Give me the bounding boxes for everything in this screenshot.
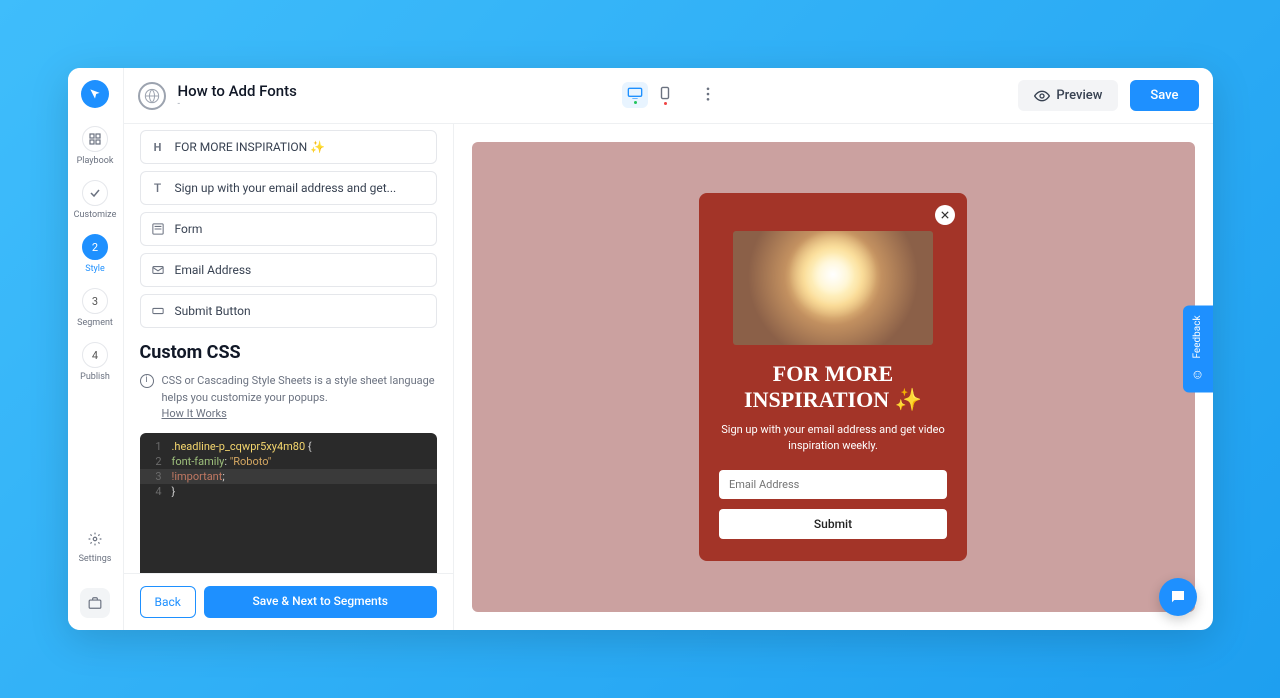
desktop-view-button[interactable] xyxy=(622,82,648,108)
element-label: Email Address xyxy=(175,263,252,277)
nav-label: Segment xyxy=(77,318,113,328)
preview-canvas: FOR MORE INSPIRATION ✨ Sign up with your… xyxy=(454,68,1213,630)
briefcase-button[interactable] xyxy=(80,588,110,618)
nav-settings[interactable]: Settings xyxy=(79,531,112,564)
save-next-button[interactable]: Save & Next to Segments xyxy=(204,586,437,618)
app-logo[interactable] xyxy=(81,80,109,108)
save-button[interactable]: Save xyxy=(1130,80,1198,111)
element-label: Sign up with your email address and get.… xyxy=(175,181,397,195)
page-subtitle: - xyxy=(178,99,297,109)
feedback-tab[interactable]: Feedback ☺ xyxy=(1183,305,1213,392)
element-icon: T xyxy=(151,181,165,195)
popup-preview: FOR MORE INSPIRATION ✨ Sign up with your… xyxy=(699,193,967,560)
page-title: How to Add Fonts xyxy=(178,82,297,100)
app-window: Playbook Customize 2 Style 3 Segment 4 P… xyxy=(68,68,1213,630)
nav-segment[interactable]: 3 Segment xyxy=(77,288,113,328)
edit-panel: H FOR MORE INSPIRATION ✨ T Sign up with you… xyxy=(124,68,454,630)
feedback-label: Feedback xyxy=(1192,315,1203,358)
desktop-icon xyxy=(627,87,643,99)
element-row-4[interactable]: Submit Button xyxy=(140,294,437,328)
more-vertical-icon xyxy=(706,87,710,101)
element-row-2[interactable]: Form xyxy=(140,212,437,246)
element-label: Form xyxy=(175,222,203,236)
nav-customize[interactable]: Customize xyxy=(74,180,117,220)
popup-image xyxy=(733,231,933,345)
close-icon xyxy=(941,211,949,219)
element-label: FOR MORE INSPIRATION ✨ xyxy=(175,140,326,154)
step-3-icon: 3 xyxy=(82,288,108,314)
nav-label: Customize xyxy=(74,210,117,220)
gear-icon xyxy=(88,531,102,550)
panel-footer: Back Save & Next to Segments xyxy=(124,573,453,630)
how-it-works-link[interactable]: How It Works xyxy=(162,407,227,420)
popup-close-button[interactable] xyxy=(935,205,955,225)
info-icon: i xyxy=(140,374,154,388)
preview-button[interactable]: Preview xyxy=(1018,80,1118,111)
info-text: i CSS or Cascading Style Sheets is a sty… xyxy=(140,373,437,423)
chat-icon xyxy=(1169,588,1187,606)
globe-icon[interactable] xyxy=(138,82,166,110)
step-2-icon: 2 xyxy=(82,234,108,260)
sidebar-nav: Playbook Customize 2 Style 3 Segment 4 P… xyxy=(68,68,124,630)
topbar: How to Add Fonts - Preview Save xyxy=(124,68,1213,124)
popup-headline: FOR MORE INSPIRATION ✨ xyxy=(719,361,947,412)
doc-title-block: How to Add Fonts - xyxy=(178,82,297,109)
back-button[interactable]: Back xyxy=(140,586,196,618)
check-icon xyxy=(82,180,108,206)
element-icon xyxy=(151,222,165,236)
element-row-0[interactable]: H FOR MORE INSPIRATION ✨ xyxy=(140,130,437,164)
nav-label: Publish xyxy=(80,372,110,382)
element-icon: H xyxy=(151,140,165,154)
preview-label: Preview xyxy=(1056,88,1102,103)
device-toggle xyxy=(622,82,714,109)
element-row-3[interactable]: Email Address xyxy=(140,253,437,287)
css-code-editor[interactable]: 1.headline-p_cqwpr5xy4m80 {2font-family:… xyxy=(140,433,437,574)
nav-label: Settings xyxy=(79,554,112,564)
smiley-icon: ☺ xyxy=(1191,367,1204,383)
element-row-1[interactable]: T Sign up with your email address and get… xyxy=(140,171,437,205)
canvas-background: FOR MORE INSPIRATION ✨ Sign up with your… xyxy=(472,142,1195,612)
nav-label: Style xyxy=(85,264,105,274)
eye-icon xyxy=(1034,90,1050,102)
popup-description: Sign up with your email address and get … xyxy=(719,422,947,454)
more-options-button[interactable] xyxy=(702,82,714,109)
nav-style[interactable]: 2 Style xyxy=(82,234,108,274)
popup-email-input[interactable] xyxy=(719,470,947,499)
chat-button[interactable] xyxy=(1159,578,1197,616)
info-description: CSS or Cascading Style Sheets is a style… xyxy=(162,374,435,404)
popup-submit-button[interactable]: Submit xyxy=(719,509,947,539)
nav-label: Playbook xyxy=(77,156,114,166)
element-icon xyxy=(151,263,165,277)
nav-publish[interactable]: 4 Publish xyxy=(80,342,110,382)
mobile-view-button[interactable] xyxy=(652,82,678,108)
element-icon xyxy=(151,304,165,318)
element-label: Submit Button xyxy=(175,304,251,318)
nav-playbook[interactable]: Playbook xyxy=(77,126,114,166)
custom-css-heading: Custom CSS xyxy=(140,342,437,363)
mobile-icon xyxy=(660,86,670,100)
step-4-icon: 4 xyxy=(82,342,108,368)
grid-icon xyxy=(82,126,108,152)
